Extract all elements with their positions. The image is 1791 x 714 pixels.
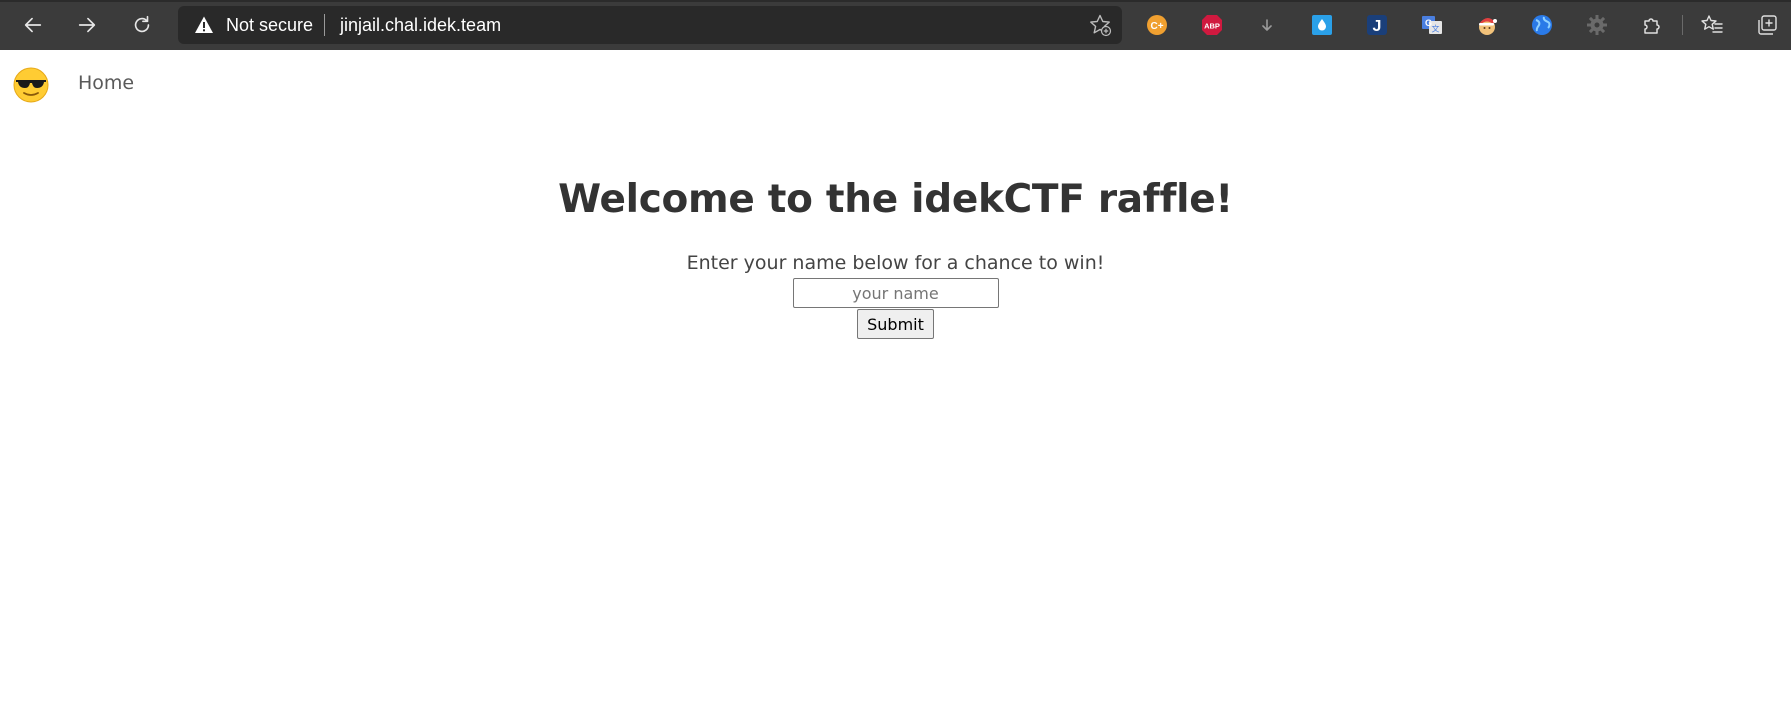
svg-text:C+: C+ [1150,21,1163,32]
globe-extension-button[interactable] [1530,13,1554,37]
collections-icon [1758,15,1777,35]
gear-extension-button[interactable] [1585,13,1609,37]
santa-extension-icon [1479,17,1497,35]
collections-button[interactable] [1755,13,1779,37]
back-arrow-icon [24,17,42,33]
adblock-plus-icon: ABP [1202,15,1222,35]
gear-extension-icon [1587,15,1607,35]
nav-home-link[interactable]: Home [78,72,134,94]
coupon-extension-button[interactable]: C+ [1145,13,1169,37]
security-status-label[interactable]: Not secure [226,14,313,36]
download-arrow-icon [1262,19,1272,31]
j-extension-icon: J [1367,15,1387,35]
reload-icon [134,15,150,33]
warning-triangle-icon[interactable] [194,15,214,35]
reload-button[interactable] [126,9,158,41]
submit-button[interactable]: Submit [857,309,934,339]
download-button[interactable] [1255,13,1279,37]
back-button[interactable] [17,9,49,41]
sunglasses-emoji-logo[interactable] [12,66,50,104]
address-bar[interactable]: Not secure jinjail.chal.idek.team [178,6,1122,44]
forward-button[interactable] [71,9,103,41]
add-favorite-icon[interactable] [1088,13,1112,37]
puzzle-extensions-icon [1644,18,1660,34]
coupon-extension-icon: C+ [1147,15,1167,35]
favorites-icon [1701,15,1723,33]
raffle-section: Welcome to the idekCTF raffle! Enter you… [0,170,1791,339]
extensions-button[interactable] [1640,13,1664,37]
name-input[interactable] [792,278,999,308]
tab-strip-edge [0,0,1791,2]
forward-arrow-icon [78,17,96,33]
url-text[interactable]: jinjail.chal.idek.team [340,14,501,36]
raffle-form: Submit [0,278,1791,339]
google-translate-icon: G 文 [1422,16,1442,34]
toolbar-divider [1682,15,1683,35]
svg-text:J: J [1373,18,1382,35]
svg-text:文: 文 [1432,24,1440,34]
svg-text:ABP: ABP [1204,22,1220,31]
water-drop-extension-button[interactable] [1310,13,1334,37]
site-navbar: Home [0,50,1791,120]
water-drop-extension-icon [1312,15,1332,35]
globe-extension-icon [1532,15,1552,35]
google-translate-button[interactable]: G 文 [1420,13,1444,37]
j-extension-button[interactable]: J [1365,13,1389,37]
raffle-instructions: Enter your name below for a chance to wi… [686,252,1105,274]
browser-toolbar: Not secure jinjail.chal.idek.team C+ ABP [0,0,1791,50]
adblock-plus-button[interactable]: ABP [1200,13,1224,37]
santa-extension-button[interactable] [1475,13,1499,37]
favorites-button[interactable] [1700,13,1724,37]
omnibox-divider [324,14,325,36]
page-title: Welcome to the idekCTF raffle! [558,177,1233,222]
